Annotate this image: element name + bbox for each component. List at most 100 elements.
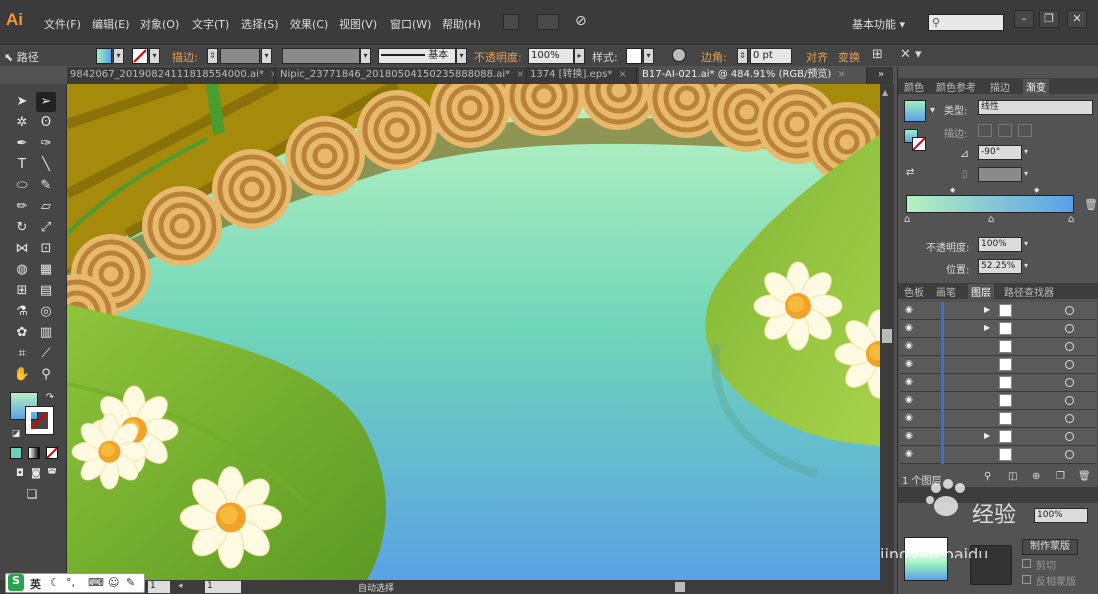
- style-swatch[interactable]: [626, 48, 642, 64]
- target-circle-icon[interactable]: [1065, 324, 1074, 333]
- target-circle-icon[interactable]: [1065, 432, 1074, 441]
- stroke-weight-dropdown[interactable]: ▾: [261, 48, 272, 64]
- transform-link[interactable]: 变换: [838, 49, 860, 64]
- artboard-tool-icon[interactable]: ⌗: [12, 344, 32, 364]
- eye-icon[interactable]: ◉: [905, 305, 916, 316]
- stroke-link[interactable]: 描边:: [172, 49, 198, 64]
- corner-field[interactable]: 0 pt: [750, 48, 792, 64]
- expand-triangle-icon[interactable]: ▶: [984, 305, 990, 314]
- selection-tool-icon[interactable]: ➤: [12, 92, 32, 112]
- stroke-along-icon[interactable]: [998, 124, 1012, 137]
- eye-icon[interactable]: ◉: [905, 341, 916, 352]
- menu-type[interactable]: 文字(T): [192, 16, 229, 32]
- opacity-field[interactable]: 100%: [528, 48, 574, 64]
- stroke-weight-field[interactable]: [220, 48, 260, 64]
- layer-row[interactable]: ◉ ▶: [900, 428, 1096, 446]
- tab-stroke[interactable]: 描边: [990, 79, 1010, 94]
- workspace-switcher[interactable]: 基本功能 ▾: [852, 16, 905, 32]
- arrange-documents-icon[interactable]: [537, 14, 559, 30]
- midpoint-diamond-icon[interactable]: ◆: [950, 186, 955, 194]
- new-sublayer-icon[interactable]: ⊕: [1032, 471, 1040, 482]
- close-button[interactable]: ✕: [1067, 10, 1087, 28]
- artboard-field[interactable]: 1: [205, 581, 241, 593]
- corner-link[interactable]: 边角:: [701, 49, 727, 64]
- tab-color-guide[interactable]: 颜色参考: [936, 79, 976, 94]
- fill-dropdown[interactable]: ▾: [113, 48, 124, 64]
- user-icon[interactable]: ☺: [108, 576, 119, 589]
- gpu-performance-icon[interactable]: ⊘: [575, 13, 587, 29]
- stroke-within-icon[interactable]: [978, 124, 992, 137]
- pen-tool-icon[interactable]: ✒: [12, 134, 32, 154]
- menu-select[interactable]: 选择(S): [241, 16, 279, 32]
- perspective-grid-tool-icon[interactable]: ▦: [36, 260, 56, 280]
- position-field[interactable]: 52.25%: [978, 259, 1022, 274]
- search-input[interactable]: ⚲: [928, 14, 1004, 31]
- layer-row[interactable]: ◉: [900, 356, 1096, 374]
- delete-layer-icon[interactable]: 🗑: [1078, 471, 1091, 482]
- prev-artboard-icon[interactable]: ◂: [178, 581, 183, 591]
- clip-checkbox[interactable]: [1022, 559, 1031, 568]
- eye-icon[interactable]: ◉: [905, 449, 916, 460]
- line-tool-icon[interactable]: ╲: [36, 155, 56, 175]
- draw-inside-icon[interactable]: ◚: [42, 464, 62, 484]
- gradient-tool-icon[interactable]: ▤: [36, 281, 56, 301]
- opacity-dropdown[interactable]: ▸: [574, 48, 585, 64]
- ellipse-tool-icon[interactable]: ⬭: [12, 176, 32, 196]
- tab-brushes[interactable]: 画笔: [936, 284, 956, 299]
- menu-file[interactable]: 文件(F): [44, 16, 81, 32]
- default-colors-icon[interactable]: ◪: [6, 424, 26, 444]
- angle-dropdown[interactable]: ▾: [1024, 147, 1028, 156]
- stroke-swatch[interactable]: [132, 48, 148, 64]
- type-tool-icon[interactable]: T: [12, 155, 32, 175]
- tab-layers[interactable]: 图层: [968, 284, 994, 299]
- color-stop-icon[interactable]: ⌂: [1068, 214, 1074, 225]
- stroke-weight-stepper[interactable]: ⇕: [207, 48, 218, 64]
- wrench-icon[interactable]: ✎: [126, 576, 135, 589]
- close-icon[interactable]: ×: [510, 69, 524, 80]
- layer-row[interactable]: ◉: [900, 338, 1096, 356]
- eye-icon[interactable]: ◉: [905, 323, 916, 334]
- screen-mode-icon[interactable]: ❏: [22, 484, 42, 504]
- target-circle-icon[interactable]: [1065, 360, 1074, 369]
- opacity-link[interactable]: 不透明度:: [474, 49, 522, 64]
- target-circle-icon[interactable]: [1065, 414, 1074, 423]
- gradient-slider[interactable]: [906, 195, 1074, 213]
- tab-swatches[interactable]: 色板: [904, 284, 924, 299]
- style-dropdown[interactable]: ▾: [643, 48, 654, 64]
- tabs-overflow-icon[interactable]: »: [875, 67, 893, 84]
- width-tool-icon[interactable]: ⋈: [12, 239, 32, 259]
- expand-triangle-icon[interactable]: ▶: [984, 323, 990, 332]
- eye-icon[interactable]: ◉: [905, 377, 916, 388]
- stroke-color-box[interactable]: [25, 406, 54, 435]
- tab-gradient[interactable]: 渐变: [1023, 79, 1049, 94]
- scroll-thumb[interactable]: [882, 329, 892, 343]
- zoom-tool-icon[interactable]: ⚲: [36, 365, 56, 385]
- tab-document-1[interactable]: 9842067_20190824111818554000.ai*×: [67, 67, 275, 84]
- variable-width-dropdown[interactable]: [282, 48, 360, 64]
- make-mask-button[interactable]: 制作蒙版: [1022, 539, 1078, 555]
- layer-row[interactable]: ◉: [900, 374, 1096, 392]
- menu-window[interactable]: 窗口(W): [390, 16, 431, 32]
- menu-effect[interactable]: 效果(C): [290, 16, 328, 32]
- vertical-scrollbar[interactable]: ▲: [880, 84, 894, 580]
- mesh-tool-icon[interactable]: ⊞: [12, 281, 32, 301]
- tab-document-2[interactable]: Nipic_23771846_20180504150235888088.ai* ×: [277, 67, 527, 84]
- eye-icon[interactable]: ◉: [905, 413, 916, 424]
- gradient-preview[interactable]: [904, 100, 926, 122]
- menu-edit[interactable]: 编辑(E): [92, 16, 130, 32]
- minimize-button[interactable]: –: [1014, 10, 1034, 28]
- eye-icon[interactable]: ◉: [905, 395, 916, 406]
- pencil-tool-icon[interactable]: ✏: [12, 197, 32, 217]
- transparency-opacity-field[interactable]: 100%: [1034, 508, 1088, 523]
- shape-builder-tool-icon[interactable]: ◍: [12, 260, 32, 280]
- recolor-artwork-icon[interactable]: [672, 48, 686, 62]
- layer-row[interactable]: ◉: [900, 392, 1096, 410]
- punctuation-icon[interactable]: °,: [66, 576, 75, 589]
- brush-definition[interactable]: 基本: [378, 48, 456, 64]
- gradient-type-select[interactable]: 线性: [978, 100, 1093, 115]
- invert-mask-checkbox[interactable]: [1022, 575, 1031, 584]
- layer-row[interactable]: ◉ ▶: [900, 320, 1096, 338]
- paintbrush-tool-icon[interactable]: ✎: [36, 176, 56, 196]
- color-stop-icon[interactable]: ⌂: [904, 214, 910, 225]
- target-circle-icon[interactable]: [1065, 342, 1074, 351]
